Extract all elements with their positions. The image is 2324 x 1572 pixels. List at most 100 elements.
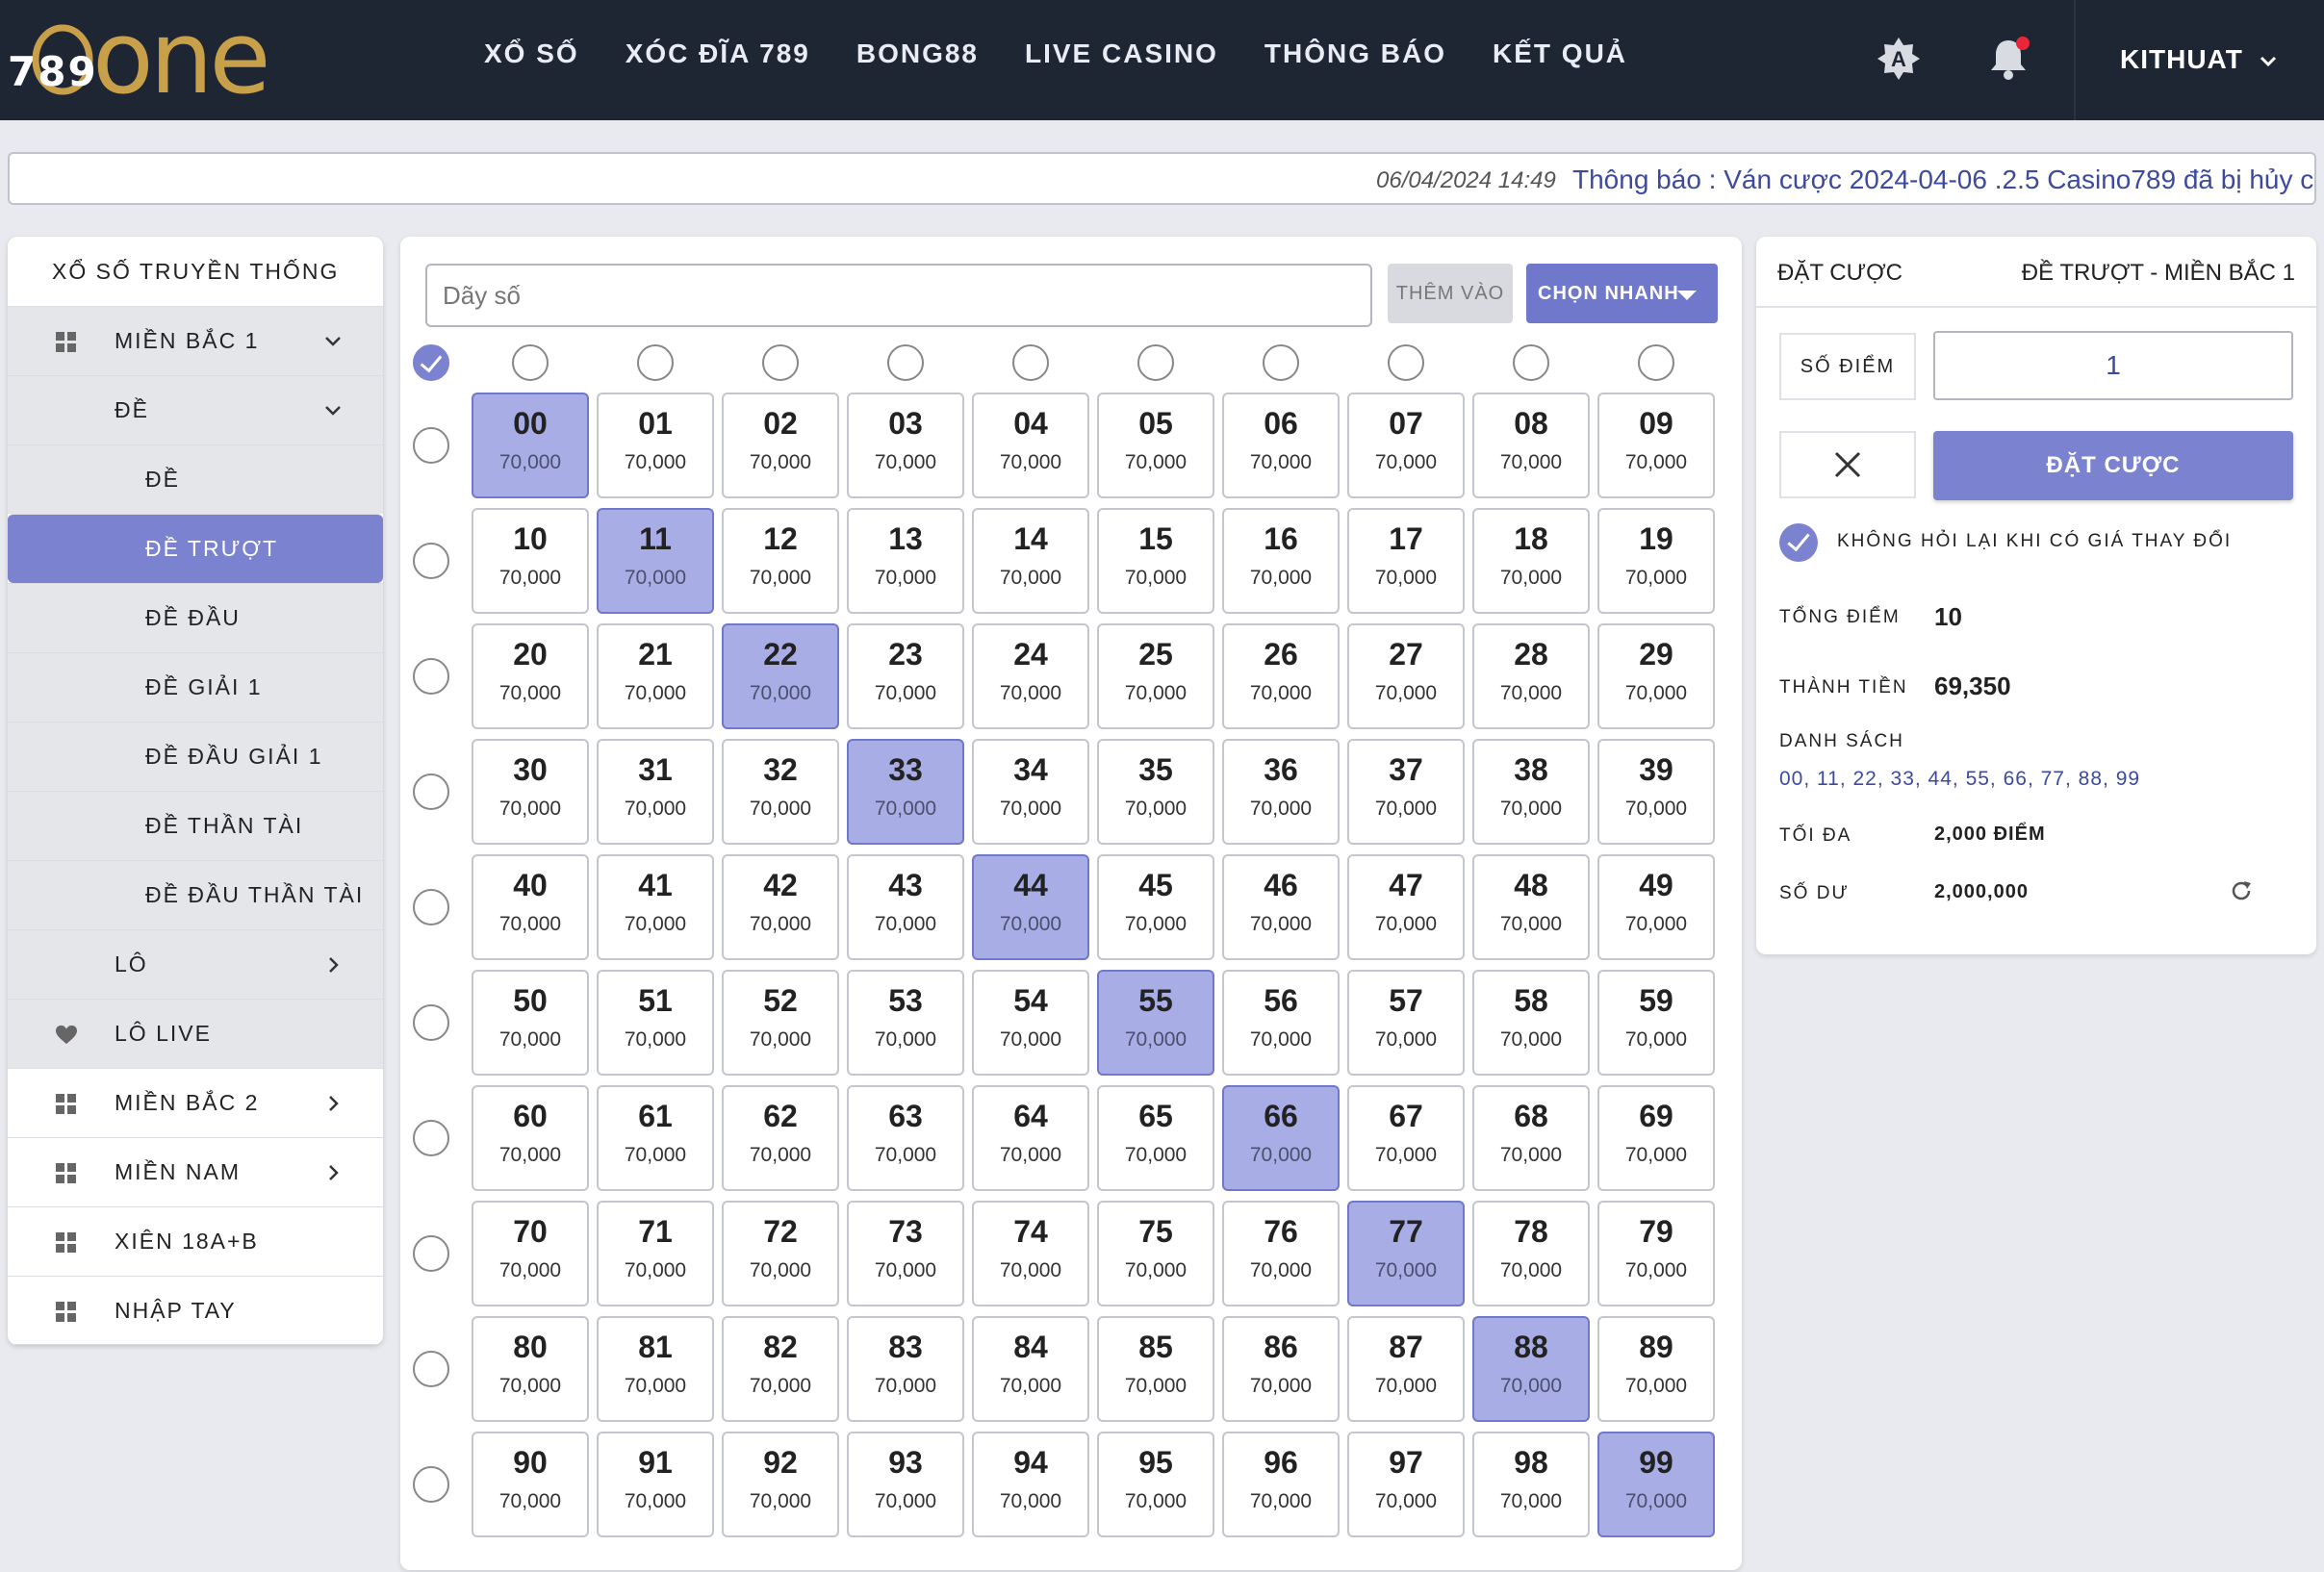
number-cell-81[interactable]: 81 70,000	[597, 1316, 714, 1422]
number-cell-43[interactable]: 43 70,000	[847, 854, 964, 960]
number-cell-35[interactable]: 35 70,000	[1097, 739, 1214, 845]
sidebar-item-nhap-tay[interactable]: NHẬP TAY	[8, 1276, 383, 1345]
number-cell-47[interactable]: 47 70,000	[1347, 854, 1465, 960]
number-cell-44[interactable]: 44 70,000	[972, 854, 1089, 960]
nav-bong88[interactable]: BONG88	[856, 38, 979, 69]
number-cell-64[interactable]: 64 70,000	[972, 1085, 1089, 1191]
number-cell-94[interactable]: 94 70,000	[972, 1432, 1089, 1537]
number-cell-39[interactable]: 39 70,000	[1597, 739, 1715, 845]
number-cell-37[interactable]: 37 70,000	[1347, 739, 1465, 845]
number-cell-21[interactable]: 21 70,000	[597, 623, 714, 729]
font-size-icon[interactable]: A	[1875, 35, 1923, 83]
sidebar-item-lo-live[interactable]: LÔ LIVE	[8, 999, 383, 1068]
column-radio-6[interactable]	[1263, 344, 1299, 381]
sidebar-item-de-giai-1[interactable]: ĐỀ GIẢI 1	[8, 652, 383, 722]
column-radio-4[interactable]	[1012, 344, 1049, 381]
number-cell-30[interactable]: 30 70,000	[472, 739, 589, 845]
column-radio-0[interactable]	[512, 344, 549, 381]
points-input[interactable]	[1933, 331, 2293, 400]
number-cell-79[interactable]: 79 70,000	[1597, 1201, 1715, 1306]
no-ask-checkbox[interactable]	[1779, 523, 1818, 562]
number-cell-05[interactable]: 05 70,000	[1097, 393, 1214, 498]
row-radio-2[interactable]	[413, 658, 449, 695]
number-cell-87[interactable]: 87 70,000	[1347, 1316, 1465, 1422]
bell-icon[interactable]	[1984, 35, 2032, 83]
number-cell-55[interactable]: 55 70,000	[1097, 970, 1214, 1076]
sidebar-item-de[interactable]: ĐỀ	[8, 444, 383, 514]
number-cell-59[interactable]: 59 70,000	[1597, 970, 1715, 1076]
number-cell-10[interactable]: 10 70,000	[472, 508, 589, 614]
number-cell-76[interactable]: 76 70,000	[1222, 1201, 1340, 1306]
number-cell-02[interactable]: 02 70,000	[722, 393, 839, 498]
number-cell-85[interactable]: 85 70,000	[1097, 1316, 1214, 1422]
number-cell-72[interactable]: 72 70,000	[722, 1201, 839, 1306]
sidebar-item-mien-bac-2[interactable]: MIỀN BẮC 2	[8, 1068, 383, 1137]
number-cell-84[interactable]: 84 70,000	[972, 1316, 1089, 1422]
brand-logo[interactable]: 789 one	[4, 8, 271, 108]
number-cell-50[interactable]: 50 70,000	[472, 970, 589, 1076]
number-cell-97[interactable]: 97 70,000	[1347, 1432, 1465, 1537]
number-cell-52[interactable]: 52 70,000	[722, 970, 839, 1076]
number-cell-31[interactable]: 31 70,000	[597, 739, 714, 845]
number-cell-91[interactable]: 91 70,000	[597, 1432, 714, 1537]
number-cell-75[interactable]: 75 70,000	[1097, 1201, 1214, 1306]
number-cell-16[interactable]: 16 70,000	[1222, 508, 1340, 614]
row-radio-8[interactable]	[413, 1351, 449, 1387]
number-cell-46[interactable]: 46 70,000	[1222, 854, 1340, 960]
number-cell-19[interactable]: 19 70,000	[1597, 508, 1715, 614]
refresh-icon[interactable]	[2228, 877, 2255, 904]
number-cell-80[interactable]: 80 70,000	[472, 1316, 589, 1422]
number-cell-11[interactable]: 11 70,000	[597, 508, 714, 614]
number-cell-00[interactable]: 00 70,000	[472, 393, 589, 498]
number-cell-34[interactable]: 34 70,000	[972, 739, 1089, 845]
column-radio-2[interactable]	[762, 344, 799, 381]
number-cell-48[interactable]: 48 70,000	[1472, 854, 1590, 960]
sidebar-item-de-dau[interactable]: ĐỀ ĐẦU	[8, 583, 383, 652]
row-radio-9[interactable]	[413, 1466, 449, 1503]
number-cell-49[interactable]: 49 70,000	[1597, 854, 1715, 960]
number-cell-26[interactable]: 26 70,000	[1222, 623, 1340, 729]
row-radio-7[interactable]	[413, 1235, 449, 1272]
number-cell-18[interactable]: 18 70,000	[1472, 508, 1590, 614]
number-cell-15[interactable]: 15 70,000	[1097, 508, 1214, 614]
number-cell-82[interactable]: 82 70,000	[722, 1316, 839, 1422]
number-cell-40[interactable]: 40 70,000	[472, 854, 589, 960]
number-cell-92[interactable]: 92 70,000	[722, 1432, 839, 1537]
number-cell-01[interactable]: 01 70,000	[597, 393, 714, 498]
column-radio-8[interactable]	[1513, 344, 1549, 381]
nav-thong-bao[interactable]: THÔNG BÁO	[1264, 38, 1446, 69]
quick-select-button[interactable]: CHỌN NHANH	[1526, 264, 1718, 323]
notice-ticker[interactable]: 06/04/2024 14:49 Thông báo : Ván cược 20…	[8, 152, 2316, 205]
row-radio-5[interactable]	[413, 1004, 449, 1041]
sidebar-item-de-than-tai[interactable]: ĐỀ THẦN TÀI	[8, 791, 383, 860]
sidebar-item-xien[interactable]: XIÊN 18A+B	[8, 1206, 383, 1276]
number-cell-78[interactable]: 78 70,000	[1472, 1201, 1590, 1306]
number-cell-71[interactable]: 71 70,000	[597, 1201, 714, 1306]
column-radio-1[interactable]	[637, 344, 674, 381]
number-cell-24[interactable]: 24 70,000	[972, 623, 1089, 729]
number-cell-14[interactable]: 14 70,000	[972, 508, 1089, 614]
row-radio-4[interactable]	[413, 889, 449, 925]
nav-ket-qua[interactable]: KẾT QUẢ	[1493, 38, 1627, 69]
number-cell-27[interactable]: 27 70,000	[1347, 623, 1465, 729]
number-cell-33[interactable]: 33 70,000	[847, 739, 964, 845]
row-radio-6[interactable]	[413, 1120, 449, 1156]
number-cell-93[interactable]: 93 70,000	[847, 1432, 964, 1537]
number-cell-28[interactable]: 28 70,000	[1472, 623, 1590, 729]
clear-button[interactable]	[1779, 431, 1916, 498]
number-cell-77[interactable]: 77 70,000	[1347, 1201, 1465, 1306]
number-cell-29[interactable]: 29 70,000	[1597, 623, 1715, 729]
number-cell-04[interactable]: 04 70,000	[972, 393, 1089, 498]
number-cell-22[interactable]: 22 70,000	[722, 623, 839, 729]
number-cell-96[interactable]: 96 70,000	[1222, 1432, 1340, 1537]
number-cell-90[interactable]: 90 70,000	[472, 1432, 589, 1537]
number-series-input[interactable]	[425, 264, 1372, 327]
number-cell-68[interactable]: 68 70,000	[1472, 1085, 1590, 1191]
number-cell-73[interactable]: 73 70,000	[847, 1201, 964, 1306]
column-radio-9[interactable]	[1638, 344, 1674, 381]
number-cell-88[interactable]: 88 70,000	[1472, 1316, 1590, 1422]
number-cell-65[interactable]: 65 70,000	[1097, 1085, 1214, 1191]
number-cell-58[interactable]: 58 70,000	[1472, 970, 1590, 1076]
number-cell-08[interactable]: 08 70,000	[1472, 393, 1590, 498]
number-cell-98[interactable]: 98 70,000	[1472, 1432, 1590, 1537]
